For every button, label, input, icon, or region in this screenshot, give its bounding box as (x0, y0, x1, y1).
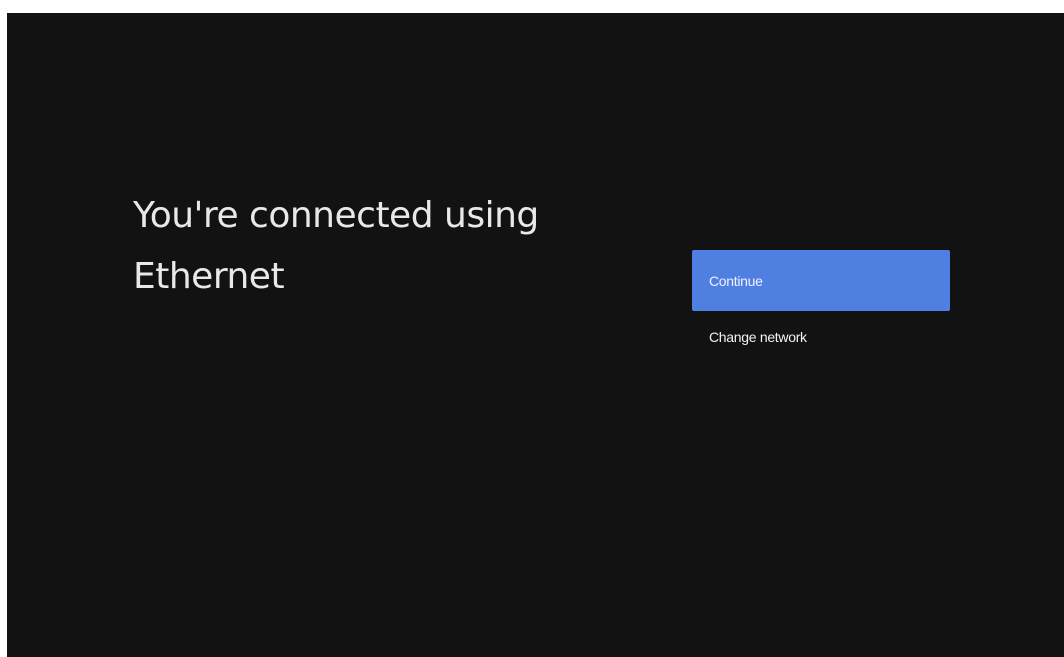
page-title: You're connected using Ethernet (133, 185, 613, 307)
change-network-button[interactable]: Change network (692, 322, 950, 352)
title-line-2: Ethernet (133, 256, 285, 297)
change-network-button-label: Change network (709, 329, 807, 345)
title-line-1: You're connected using (133, 195, 539, 236)
action-list: Continue Change network (692, 250, 950, 352)
continue-button-label: Continue (709, 272, 763, 289)
continue-button[interactable]: Continue (692, 250, 950, 311)
setup-screen: You're connected using Ethernet Continue… (7, 13, 1064, 657)
